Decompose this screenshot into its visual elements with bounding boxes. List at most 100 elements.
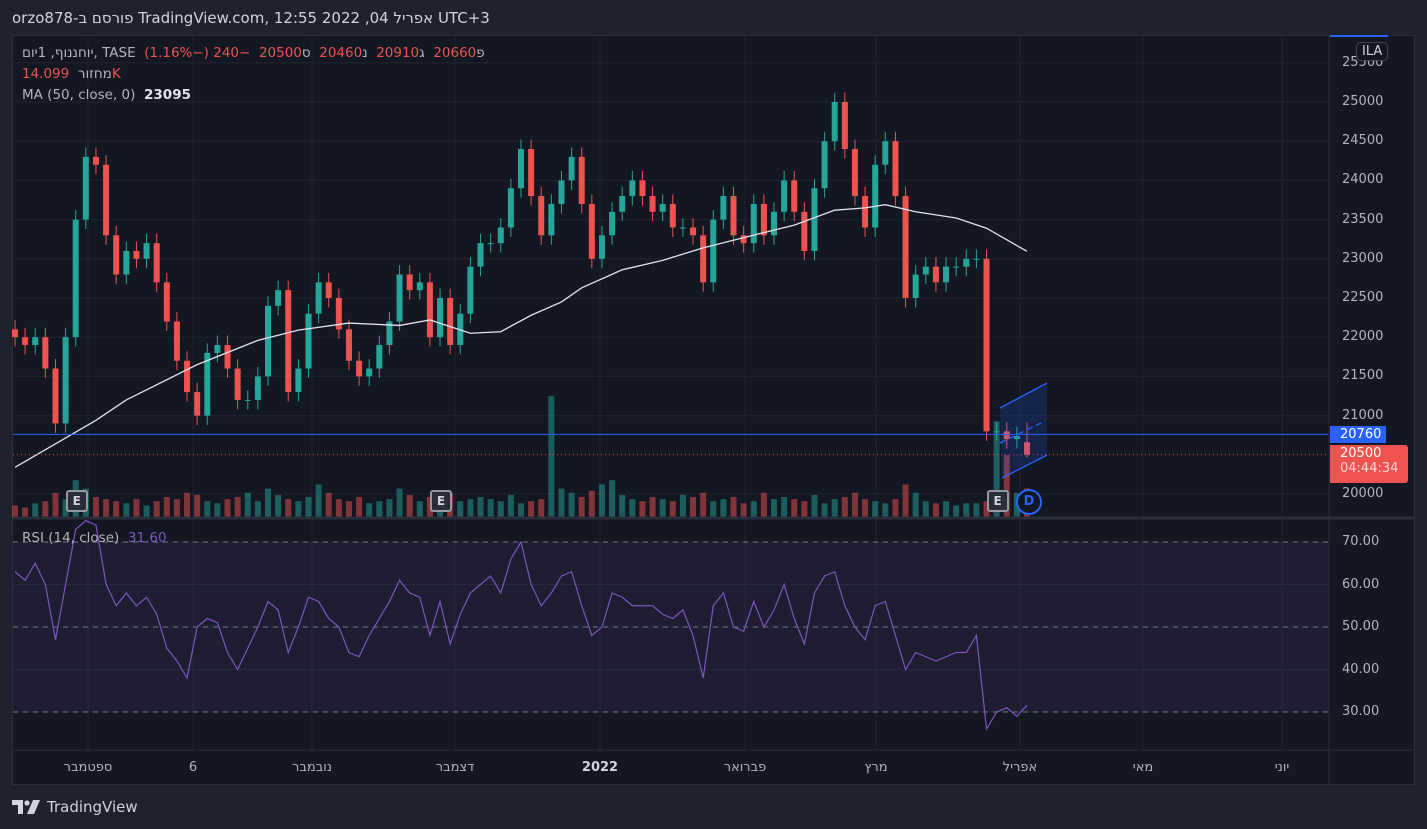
candle (386, 312, 393, 355)
earnings-marker[interactable]: E (986, 490, 1009, 512)
candle (902, 186, 909, 308)
rsi-value: 31.60 (127, 530, 167, 546)
candle-body (902, 196, 909, 298)
change-value: −240 (−1.16%) (144, 45, 251, 61)
low-value: 20460 (319, 45, 363, 61)
candle-body (184, 360, 191, 393)
time-tick-label: אפריל (1002, 760, 1038, 775)
candle-body (679, 227, 686, 229)
bar-countdown: 04:44:34 (1340, 461, 1399, 476)
volume-bar (750, 501, 757, 518)
candle-body (143, 243, 150, 259)
volume-bar (42, 501, 49, 518)
candle (214, 335, 221, 363)
volume-bar (862, 499, 869, 518)
volume-bar (214, 503, 221, 518)
candle-body (943, 266, 950, 283)
volume-bar (872, 501, 879, 518)
candle-body (92, 156, 99, 165)
candle (507, 178, 514, 237)
candle-body (32, 337, 39, 346)
candle-body (467, 266, 474, 314)
volume-bar (639, 501, 646, 518)
volume-bar (892, 499, 899, 518)
candle (173, 312, 180, 371)
earnings-marker[interactable]: E (65, 490, 88, 512)
volume-bar (244, 492, 251, 518)
candle-body (345, 329, 352, 361)
tradingview-logo[interactable]: TradingView (12, 798, 138, 816)
candle (659, 194, 666, 222)
volume-bar (163, 497, 170, 518)
candle-body (518, 149, 524, 189)
ohlc-legend: יוחננוף, 1יום, TASE פ20660 ג20910 נ20460… (22, 45, 485, 61)
candle (325, 272, 332, 308)
candle-body (851, 149, 858, 197)
candle-body (720, 196, 727, 220)
candles (12, 92, 1030, 458)
earnings-marker[interactable]: E (430, 490, 453, 512)
candle (750, 194, 757, 253)
candle (285, 280, 292, 402)
candle (447, 288, 454, 355)
rsi-label[interactable]: RSI (14, close) (22, 530, 119, 546)
candle (295, 359, 302, 402)
volume-bar (831, 499, 838, 518)
volume-label[interactable]: מחזור (78, 66, 112, 82)
volume-bar (497, 501, 504, 518)
symbol-name[interactable]: יוחננוף, 1יום, TASE (22, 45, 136, 61)
candle (275, 280, 282, 316)
candle (52, 359, 59, 433)
candle (244, 390, 251, 410)
volume-bar (690, 497, 697, 518)
time-tick-label: יוני (1274, 760, 1290, 775)
volume-legend: מחזור 14.099K (22, 66, 121, 82)
ma-line (14, 204, 1028, 468)
volume-bar (943, 501, 950, 518)
candle-body (477, 243, 484, 267)
candle-body (548, 203, 555, 236)
volume-bar (335, 499, 342, 518)
candle (730, 186, 737, 245)
volume-bar (376, 501, 383, 518)
price-tick-label: 22000 (1342, 329, 1384, 345)
volume-bar (973, 503, 980, 518)
volume-bar (932, 503, 939, 518)
candle (335, 288, 342, 339)
price-tick-label: 23500 (1342, 211, 1384, 227)
candle-body (173, 321, 180, 361)
candle (851, 139, 858, 206)
candle (194, 382, 201, 426)
candle (558, 170, 565, 214)
price-tick-label: 24500 (1342, 133, 1384, 149)
candle (62, 327, 69, 433)
currency-badge[interactable]: ILA (1356, 42, 1389, 61)
candle (619, 186, 626, 222)
volume-bar (609, 480, 616, 518)
dividend-marker[interactable]: D (1016, 489, 1042, 515)
tradingview-logo-icon (12, 800, 40, 814)
candle (720, 186, 727, 230)
ma-label[interactable]: MA (50, close, 0) (22, 87, 135, 103)
close-value: 20500 (258, 45, 302, 61)
price-tick-label: 25000 (1342, 94, 1384, 109)
volume-bar (113, 501, 120, 518)
candle (700, 225, 707, 292)
volume-bar (528, 501, 535, 518)
candle-body (356, 360, 363, 377)
candle (831, 92, 838, 151)
volume-bar (406, 494, 413, 518)
candle-body (376, 345, 383, 369)
volume-bar (801, 501, 808, 518)
candle-body (953, 266, 960, 268)
chart-canvas[interactable] (0, 0, 1427, 829)
price-tick-label: 23000 (1342, 250, 1384, 266)
candle-body (750, 203, 757, 244)
candle-body (437, 298, 444, 338)
price-line-tag: 20760 (1330, 426, 1386, 443)
candle (963, 249, 970, 277)
candle (234, 359, 241, 410)
candle-body (983, 258, 990, 432)
volume-bar (345, 501, 352, 518)
volume-bar (821, 503, 828, 518)
